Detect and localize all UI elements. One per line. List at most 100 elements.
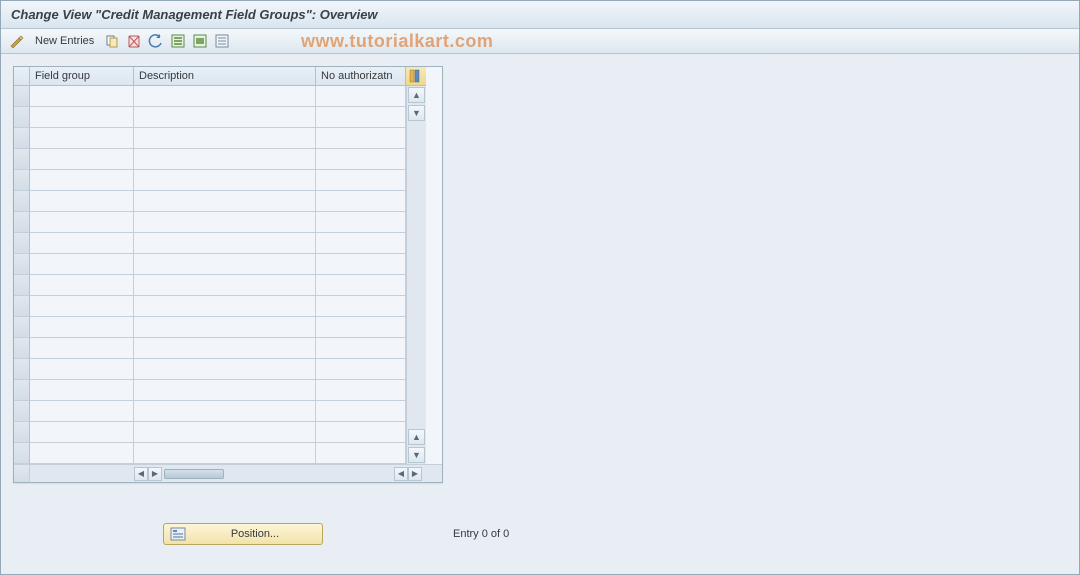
table-row[interactable] (14, 149, 406, 170)
cell-no-authorizatn[interactable] (316, 212, 406, 233)
cell-description[interactable] (134, 401, 316, 422)
table-row[interactable] (14, 212, 406, 233)
cell-no-authorizatn[interactable] (316, 422, 406, 443)
scroll-down-icon[interactable]: ▼ (408, 105, 425, 121)
cell-description[interactable] (134, 317, 316, 338)
cell-description[interactable] (134, 128, 316, 149)
cell-description[interactable] (134, 86, 316, 107)
cell-field-group[interactable] (30, 296, 134, 317)
cell-field-group[interactable] (30, 443, 134, 464)
copy-as-icon[interactable] (104, 33, 120, 49)
row-selector[interactable] (14, 359, 30, 380)
table-row[interactable] (14, 128, 406, 149)
table-row[interactable] (14, 254, 406, 275)
hscroll-thumb[interactable] (164, 469, 224, 479)
cell-no-authorizatn[interactable] (316, 191, 406, 212)
cell-no-authorizatn[interactable] (316, 338, 406, 359)
row-selector[interactable] (14, 170, 30, 191)
select-all-column-header[interactable] (14, 67, 30, 86)
table-row[interactable] (14, 275, 406, 296)
scroll-left-icon[interactable]: ◀ (134, 467, 148, 481)
cell-no-authorizatn[interactable] (316, 317, 406, 338)
position-button[interactable]: Position... (163, 523, 323, 545)
horizontal-scrollbar[interactable]: ◀ ▶ ◀ ▶ (14, 464, 442, 482)
cell-description[interactable] (134, 212, 316, 233)
cell-field-group[interactable] (30, 233, 134, 254)
row-selector[interactable] (14, 107, 30, 128)
cell-description[interactable] (134, 149, 316, 170)
cell-no-authorizatn[interactable] (316, 275, 406, 296)
scroll-right-icon[interactable]: ▶ (148, 467, 162, 481)
cell-description[interactable] (134, 275, 316, 296)
scroll-right-end-icon[interactable]: ▶ (408, 467, 422, 481)
table-settings-icon[interactable] (406, 67, 426, 86)
vertical-scrollbar[interactable]: ▲ ▼ ▲ ▼ (406, 86, 426, 464)
cell-description[interactable] (134, 443, 316, 464)
scrollbar-track[interactable] (407, 122, 426, 428)
cell-no-authorizatn[interactable] (316, 401, 406, 422)
row-selector[interactable] (14, 128, 30, 149)
row-selector[interactable] (14, 86, 30, 107)
cell-no-authorizatn[interactable] (316, 254, 406, 275)
column-header-description[interactable]: Description (134, 67, 316, 86)
table-row[interactable] (14, 359, 406, 380)
cell-description[interactable] (134, 422, 316, 443)
table-row[interactable] (14, 443, 406, 464)
cell-field-group[interactable] (30, 254, 134, 275)
cell-field-group[interactable] (30, 128, 134, 149)
row-selector[interactable] (14, 254, 30, 275)
cell-no-authorizatn[interactable] (316, 380, 406, 401)
cell-description[interactable] (134, 170, 316, 191)
row-selector[interactable] (14, 233, 30, 254)
cell-description[interactable] (134, 380, 316, 401)
row-selector[interactable] (14, 401, 30, 422)
table-row[interactable] (14, 401, 406, 422)
scroll-up-icon[interactable]: ▲ (408, 87, 425, 103)
row-selector[interactable] (14, 443, 30, 464)
cell-description[interactable] (134, 233, 316, 254)
undo-change-icon[interactable] (148, 33, 164, 49)
scroll-down-bottom-icon[interactable]: ▼ (408, 447, 425, 463)
cell-description[interactable] (134, 254, 316, 275)
cell-field-group[interactable] (30, 317, 134, 338)
cell-description[interactable] (134, 107, 316, 128)
row-selector[interactable] (14, 149, 30, 170)
cell-field-group[interactable] (30, 191, 134, 212)
select-block-icon[interactable] (192, 33, 208, 49)
scroll-left-end-icon[interactable]: ◀ (394, 467, 408, 481)
toggle-display-change-icon[interactable] (9, 33, 25, 49)
cell-no-authorizatn[interactable] (316, 359, 406, 380)
cell-description[interactable] (134, 191, 316, 212)
cell-no-authorizatn[interactable] (316, 296, 406, 317)
column-header-no-authorizatn[interactable]: No authorizatn (316, 67, 406, 86)
table-row[interactable] (14, 422, 406, 443)
cell-no-authorizatn[interactable] (316, 86, 406, 107)
cell-field-group[interactable] (30, 338, 134, 359)
delete-icon[interactable] (126, 33, 142, 49)
cell-field-group[interactable] (30, 422, 134, 443)
row-selector[interactable] (14, 317, 30, 338)
row-selector[interactable] (14, 191, 30, 212)
table-row[interactable] (14, 107, 406, 128)
select-all-icon[interactable] (170, 33, 186, 49)
cell-field-group[interactable] (30, 170, 134, 191)
table-row[interactable] (14, 317, 406, 338)
row-selector[interactable] (14, 296, 30, 317)
cell-field-group[interactable] (30, 149, 134, 170)
cell-no-authorizatn[interactable] (316, 233, 406, 254)
table-row[interactable] (14, 296, 406, 317)
cell-no-authorizatn[interactable] (316, 170, 406, 191)
cell-no-authorizatn[interactable] (316, 443, 406, 464)
cell-no-authorizatn[interactable] (316, 149, 406, 170)
deselect-all-icon[interactable] (214, 33, 230, 49)
row-selector[interactable] (14, 380, 30, 401)
table-row[interactable] (14, 233, 406, 254)
row-selector[interactable] (14, 338, 30, 359)
row-selector[interactable] (14, 422, 30, 443)
cell-description[interactable] (134, 359, 316, 380)
cell-field-group[interactable] (30, 212, 134, 233)
new-entries-button[interactable]: New Entries (31, 35, 98, 47)
table-row[interactable] (14, 338, 406, 359)
column-header-field-group[interactable]: Field group (30, 67, 134, 86)
cell-field-group[interactable] (30, 275, 134, 296)
